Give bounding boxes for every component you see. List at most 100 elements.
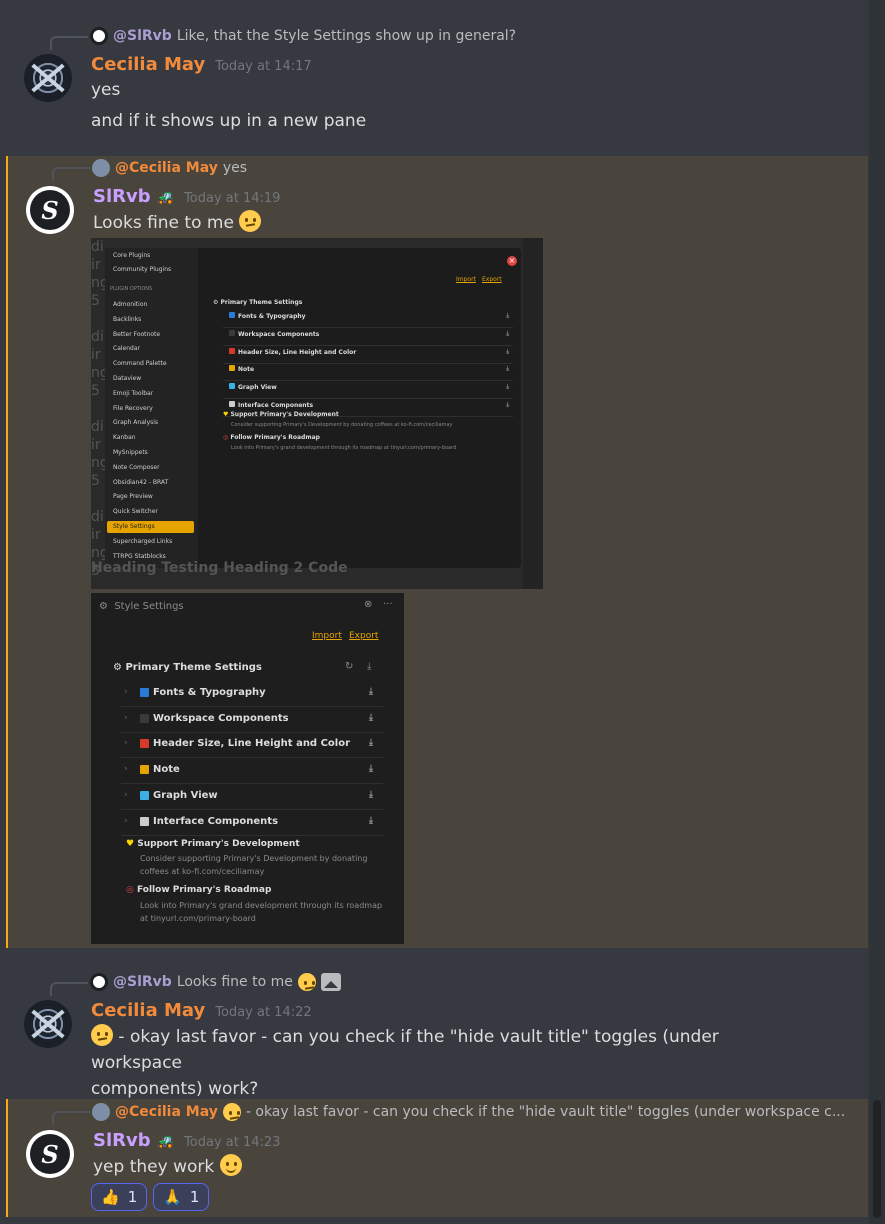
sidebar-item-plugin[interactable]: File Recovery [113,405,153,412]
settings-row[interactable]: › Note ⤓ [121,758,383,785]
sidebar-item-plugin[interactable]: Graph Analysis [113,419,158,426]
row-label-group: Workspace Components [140,713,289,724]
avatar[interactable] [24,1000,72,1048]
row-label-group: Header Size, Line Height and Color [140,738,350,749]
sidebar-item-plugin[interactable]: Dataview [113,375,141,382]
author-name[interactable]: Cecilia May [91,1000,205,1021]
download-icon[interactable]: ⤓ [369,790,373,800]
export-link[interactable]: Export [349,631,378,641]
reply-mention[interactable]: @Cecilia May [115,1104,218,1120]
download-icon[interactable]: ⤓ [506,330,509,338]
message-text: - okay last favor - can you check if the… [91,1027,719,1073]
settings-row[interactable]: › Fonts & Typography ⤓ [121,681,383,707]
section-title: ⚙ Primary Theme Settings [213,299,303,306]
sidebar-item-plugin[interactable]: Quick Switcher [113,508,158,515]
attachment-image-2[interactable]: ⚙ Style Settings ⊗ ··· Import Export ⚙ P… [91,593,404,944]
chevron-right-icon: › [124,789,128,800]
sidebar-item-plugin[interactable]: Note Composer [113,464,160,471]
background-heading-text: Heading Testing Heading 2 Code [91,560,348,576]
download-icon[interactable]: ⤓ [369,764,373,774]
reply-mention[interactable]: @SlRvb [113,28,172,44]
sidebar-item-plugin[interactable]: Obsidian42 - BRAT [113,479,168,486]
support-desc: Consider supporting Primary's Developmen… [231,422,453,428]
sidebar-item-core-plugins[interactable]: Core Plugins [113,252,150,259]
avatar[interactable] [24,54,72,102]
download-icon[interactable]: ⤓ [369,713,373,723]
sidebar-item-plugin[interactable]: Emoji Toolbar [113,390,153,397]
avatar[interactable]: S [26,1130,74,1178]
download-icon[interactable]: ⤓ [369,687,373,697]
reply-preview[interactable]: @Cecilia May yes [92,159,247,177]
support-title[interactable]: ♥ Support Primary's Development [223,411,339,418]
message-body: - okay last favor - can you check if the… [91,1024,791,1102]
close-icon[interactable]: × [507,256,517,266]
roadmap-title[interactable]: ◎ Follow Primary's Roadmap [223,434,320,441]
support-title[interactable]: ♥ Support Primary's Development [126,839,300,849]
sidebar-item-plugin[interactable]: Calendar [113,345,140,352]
reply-connector [50,982,88,996]
import-link[interactable]: Import [312,631,342,641]
sidebar-item-plugin[interactable]: Kanban [113,434,136,441]
row-color-icon [229,312,235,318]
download-icon[interactable]: ⤓ [367,661,371,672]
export-link[interactable]: Export [482,276,502,283]
settings-row[interactable]: Header Size, Line Height and Color ⤓ [223,347,513,364]
reaction-thumbs-up[interactable]: 👍 1 [91,1183,148,1211]
reply-mention[interactable]: @Cecilia May [115,160,218,176]
roadmap-title[interactable]: ◎ Follow Primary's Roadmap [126,885,271,895]
scrollbar-thumb[interactable] [873,1100,881,1218]
section-title: ⚙ Primary Theme Settings [113,662,262,673]
close-icon[interactable]: ⊗ [364,599,372,610]
download-icon[interactable]: ⤓ [506,365,509,373]
settings-row[interactable]: Fonts & Typography ⤓ [223,312,513,328]
more-icon[interactable]: ··· [383,599,393,610]
author-name[interactable]: SlRvb [93,186,151,207]
sidebar-item-plugin[interactable]: Admonition [113,301,147,308]
sidebar-item-plugin[interactable]: MySnippets [113,449,148,456]
settings-row[interactable]: › Header Size, Line Height and Color ⤓ [121,732,383,759]
message-header: SlRvb 🚜 Today at 14:23 [93,1130,280,1151]
settings-row[interactable]: › Graph View ⤓ [121,784,383,810]
settings-row[interactable]: Note ⤓ [223,365,513,382]
sidebar-item-community-plugins[interactable]: Community Plugins [113,266,171,273]
author-name[interactable]: Cecilia May [91,54,205,75]
download-icon[interactable]: ⤓ [506,348,509,356]
author-name[interactable]: SlRvb [93,1130,151,1151]
download-icon[interactable]: ⤓ [369,816,373,826]
image-icon [320,973,341,991]
section-title-text: Primary Theme Settings [220,299,303,306]
section-title-text: Primary Theme Settings [125,662,262,673]
reply-preview[interactable]: @Cecilia May - okay last favor - can you… [92,1103,845,1121]
message-body: Looks fine to me [93,210,262,236]
settings-row[interactable]: Graph View ⤓ [223,383,513,400]
sidebar-item-plugin[interactable]: Better Footnote [113,331,160,338]
sidebar-item-plugin[interactable]: Page Preview [113,493,153,500]
download-icon[interactable]: ⤓ [506,312,509,320]
reply-text: Like, that the Style Settings show up in… [176,28,517,44]
avatar[interactable]: S [26,186,74,234]
settings-row[interactable]: › Workspace Components ⤓ [121,707,383,733]
settings-row[interactable]: Workspace Components ⤓ [223,329,513,346]
sidebar-item-plugin[interactable]: Backlinks [113,316,141,323]
download-icon[interactable]: ⤓ [369,738,373,748]
download-icon[interactable]: ⤓ [506,383,509,391]
attachment-image-1[interactable]: di ir ng 5 di ir ng 5 di ir ng 5 di ir ng 5 Core Plugin… [91,238,543,589]
settings-row[interactable]: › Interface Components ⤓ [121,810,383,836]
sidebar-item-plugin[interactable]: Supercharged Links [113,538,172,545]
reply-preview[interactable]: @SlRvb Looks fine to me [90,973,341,991]
sidebar-item-plugin[interactable]: TTRPG Statblocks [113,553,166,560]
import-link[interactable]: Import [456,276,476,283]
chevron-right-icon: › [124,687,128,697]
refresh-icon[interactable]: ↻ [345,661,353,672]
download-icon[interactable]: ⤓ [506,401,509,409]
row-color-icon [229,401,235,407]
reaction-pray[interactable]: 🙏 1 [153,1183,210,1211]
support-title-text: Support Primary's Development [137,839,300,849]
row-label: Interface Components [153,815,279,827]
reply-mention[interactable]: @SlRvb [113,974,172,990]
row-color-icon [140,713,149,723]
sidebar-item-plugin[interactable]: Command Palette [113,360,167,367]
sidebar-item-plugin[interactable]: Style Settings [113,523,155,530]
reply-preview[interactable]: @SlRvb Like, that the Style Settings sho… [90,27,516,45]
scrollbar[interactable] [869,0,885,1224]
